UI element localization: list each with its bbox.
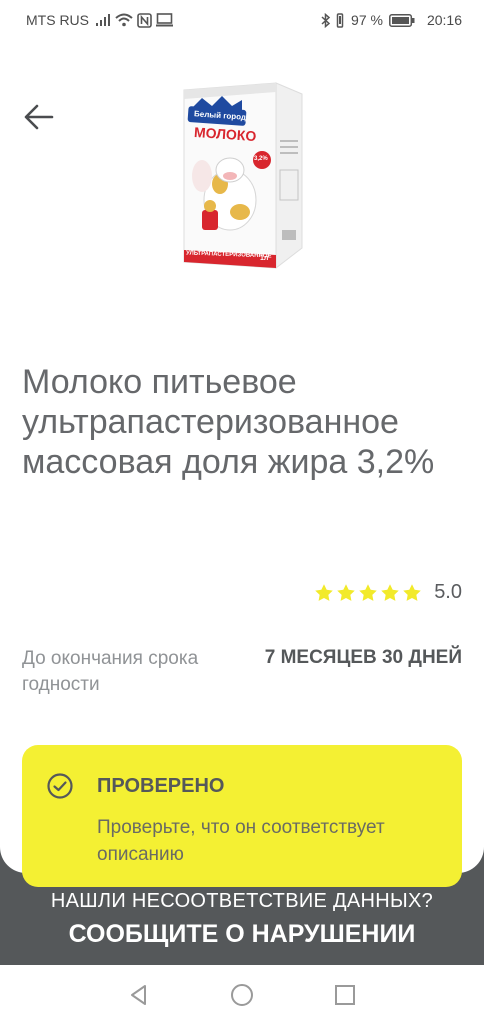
rating-value: 5.0 [434, 581, 462, 603]
bluetooth-icon [321, 12, 331, 28]
expiry-label: До окончания срока годности [22, 648, 199, 695]
carton-volume: 1л [260, 255, 269, 262]
status-right: 97 % 20:16 [321, 12, 462, 28]
verification-card: ПРОВЕРЕНО Проверьте, что он соответствуе… [22, 745, 462, 887]
carrier-name: MTS RUS [26, 12, 89, 28]
nav-recents-button[interactable] [332, 982, 358, 1008]
carton-fat-badge: 3,2% [254, 156, 268, 162]
verification-title: ПРОВЕРЕНО [97, 775, 225, 797]
battery-icon [389, 13, 415, 27]
report-banner[interactable]: НАШЛИ НЕСООТВЕТСТВИЕ ДАННЫХ? СООБЩИТЕ О … [0, 873, 484, 965]
star-icon [403, 583, 421, 601]
battery-percent: 97 % [351, 12, 383, 28]
status-left: MTS RUS [26, 12, 173, 28]
back-arrow-icon [24, 104, 54, 130]
expiry-value: 7 МЕСЯЦЕВ 30 ДНЕЙ [264, 647, 462, 668]
nav-home-button[interactable] [229, 982, 255, 1008]
recents-square-icon [335, 985, 355, 1005]
nav-back-button[interactable] [126, 982, 152, 1008]
back-triangle-icon [131, 985, 146, 1005]
wifi-icon [115, 13, 133, 27]
home-circle-icon [231, 984, 253, 1006]
star-icon [315, 583, 333, 601]
report-violation-button[interactable]: СООБЩИТЕ О НАРУШЕНИИ [0, 920, 484, 949]
product-image: Белый город МОЛОКО 3,2% УЛЬТРАПАСТЕРИЗОВ… [172, 80, 308, 280]
screen-icon [156, 13, 173, 27]
status-time: 20:16 [426, 12, 462, 28]
vibrate-icon [336, 12, 344, 28]
status-right-icons [321, 12, 345, 28]
product-title: Молоко питьевое ультрапастеризованное ма… [22, 363, 435, 481]
system-nav-bar [0, 965, 484, 1024]
back-button[interactable] [22, 100, 56, 134]
report-question: НАШЛИ НЕСООТВЕТСТВИЕ ДАННЫХ? [50, 890, 434, 912]
product-card: Белый город МОЛОКО 3,2% УЛЬТРАПАСТЕРИЗОВ… [0, 40, 484, 887]
star-icon [381, 583, 399, 601]
signal-icon [96, 14, 110, 26]
status-bar: MTS RUS 97 % 20:16 [0, 0, 484, 40]
rating-stars [314, 583, 422, 603]
check-circle-icon [47, 773, 73, 799]
product-rating: 5.0 [314, 581, 462, 604]
star-icon [337, 583, 355, 601]
nfc-icon [137, 12, 152, 28]
status-left-icons [95, 12, 173, 28]
star-icon [359, 583, 377, 601]
verification-description: Проверьте, что он соответствует описанию [97, 817, 385, 865]
